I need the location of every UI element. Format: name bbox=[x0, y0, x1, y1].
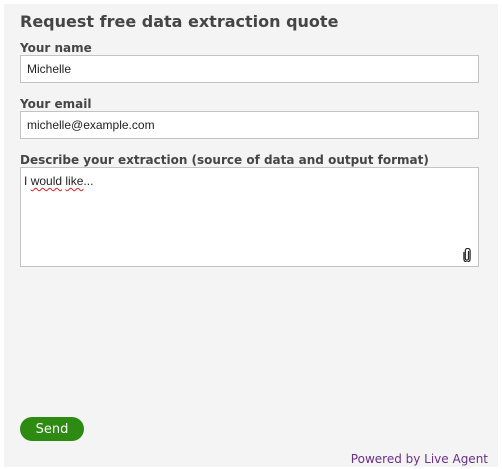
misspelled-word: would bbox=[30, 174, 63, 188]
description-text: I would like... bbox=[24, 174, 93, 188]
send-button[interactable]: Send bbox=[20, 417, 84, 441]
form-title: Request free data extraction quote bbox=[20, 12, 339, 31]
powered-by-link[interactable]: Powered by Live Agent bbox=[351, 452, 488, 466]
email-label: Your email bbox=[20, 97, 92, 111]
description-word: I bbox=[24, 174, 28, 188]
quote-form: Request free data extraction quote Your … bbox=[4, 4, 498, 467]
name-input[interactable] bbox=[20, 55, 479, 83]
misspelled-word: like bbox=[65, 174, 84, 188]
description-textarea[interactable]: I would like... bbox=[20, 167, 479, 267]
paperclip-icon[interactable] bbox=[462, 248, 472, 262]
email-input[interactable] bbox=[20, 111, 479, 139]
description-suffix: ... bbox=[83, 174, 94, 188]
page: Request free data extraction quote Your … bbox=[0, 0, 502, 469]
description-label: Describe your extraction (source of data… bbox=[20, 153, 429, 167]
name-label: Your name bbox=[20, 41, 92, 55]
